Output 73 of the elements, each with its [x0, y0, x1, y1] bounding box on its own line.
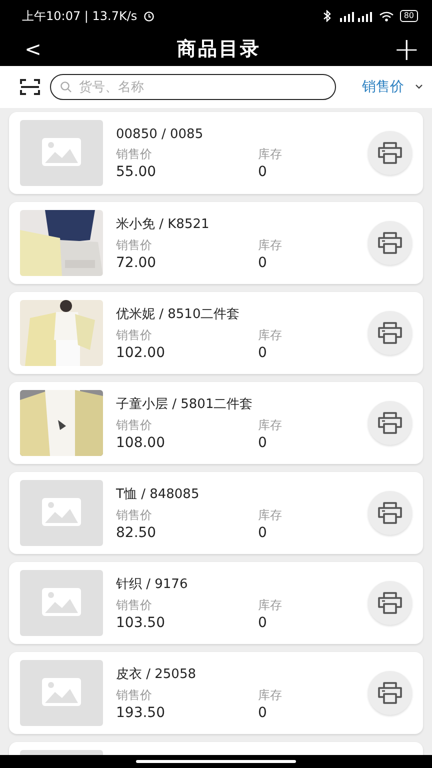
price-value: 103.50	[116, 615, 166, 631]
print-button[interactable]	[368, 221, 412, 265]
print-button[interactable]	[368, 131, 412, 175]
printer-icon	[377, 682, 403, 704]
stock-value: 0	[258, 435, 268, 451]
stock-value: 0	[258, 705, 268, 721]
print-button[interactable]	[368, 401, 412, 445]
product-name: 皮衣 / 25058	[116, 666, 197, 683]
stock-value: 0	[258, 525, 268, 541]
search-field[interactable]: 货号、名称	[50, 74, 336, 100]
print-button[interactable]	[368, 671, 412, 715]
price-label: 销售价	[116, 327, 153, 344]
stock-value: 0	[258, 615, 268, 631]
stock-label: 库存	[258, 146, 283, 162]
price-value: 72.00	[116, 255, 158, 271]
product-name: 优米妮 / 8510二件套	[116, 306, 241, 323]
bluetooth-icon	[322, 10, 331, 22]
product-card[interactable]: 优米妮 / 8510二件套 销售价 102.00 库存 0	[9, 292, 423, 374]
page-title: 商品目录	[176, 37, 262, 62]
printer-icon	[377, 232, 403, 254]
product-name: 针织 / 9176	[116, 576, 189, 593]
stock-label: 库存	[258, 237, 283, 254]
price-value: 193.50	[116, 705, 166, 721]
stock-label: 库存	[258, 597, 283, 614]
scan-icon[interactable]	[20, 79, 40, 95]
stock-value: 0	[258, 345, 268, 361]
image-placeholder-icon	[20, 120, 103, 186]
product-name: 米小免 / K8521	[116, 216, 210, 233]
price-value: 108.00	[116, 435, 166, 451]
price-label: 销售价	[116, 237, 153, 254]
stock-value: 0	[258, 255, 268, 271]
battery-level: 80	[400, 10, 418, 22]
price-value: 102.00	[116, 345, 166, 361]
add-button[interactable]: +	[390, 35, 420, 63]
product-name: 00850 / 0085	[116, 126, 204, 142]
stock-value: 0	[258, 164, 268, 180]
stock-label: 库存	[258, 417, 283, 434]
image-placeholder-icon	[20, 570, 103, 636]
chevron-down-icon[interactable]	[414, 84, 424, 90]
wifi-icon	[378, 10, 394, 22]
printer-icon	[377, 412, 403, 434]
sort-dropdown[interactable]: 销售价	[362, 78, 404, 96]
image-placeholder-icon	[20, 660, 103, 726]
alarm-icon	[143, 10, 156, 22]
print-button[interactable]	[368, 311, 412, 355]
search-icon	[60, 81, 72, 93]
printer-icon	[377, 142, 403, 164]
price-label: 销售价	[116, 146, 153, 162]
product-card[interactable]: T恤 / 848085 销售价 82.50 库存 0	[9, 472, 423, 554]
price-label: 销售价	[116, 597, 153, 614]
stock-label: 库存	[258, 507, 283, 524]
status-time: 上午10:07 | 13.7K/s	[22, 8, 138, 24]
print-button[interactable]	[368, 581, 412, 625]
product-name: T恤 / 848085	[116, 486, 200, 503]
product-card[interactable]: 00850 / 0085 销售价 55.00 库存 0	[9, 112, 423, 194]
product-card[interactable]: 米小免 / K8521 销售价 72.00 库存 0	[9, 202, 423, 284]
back-button[interactable]: <	[18, 37, 48, 61]
price-value: 82.50	[116, 525, 158, 541]
price-label: 销售价	[116, 417, 153, 434]
product-card[interactable]: 子童小层 / 5801二件套 销售价 108.00 库存 0	[9, 382, 423, 464]
printer-icon	[377, 592, 403, 614]
print-button[interactable]	[368, 491, 412, 535]
stock-label: 库存	[258, 327, 283, 344]
price-label: 销售价	[116, 687, 153, 704]
printer-icon	[377, 502, 403, 524]
price-label: 销售价	[116, 507, 153, 524]
price-value: 55.00	[116, 164, 158, 180]
product-name: 子童小层 / 5801二件套	[116, 396, 254, 413]
image-placeholder-icon	[20, 480, 103, 546]
stock-label: 库存	[258, 687, 283, 704]
product-card[interactable]: 皮衣 / 25058 销售价 193.50 库存 0	[9, 652, 423, 734]
printer-icon	[377, 322, 403, 344]
product-card[interactable]: 针织 / 9176 销售价 103.50 库存 0	[9, 562, 423, 644]
